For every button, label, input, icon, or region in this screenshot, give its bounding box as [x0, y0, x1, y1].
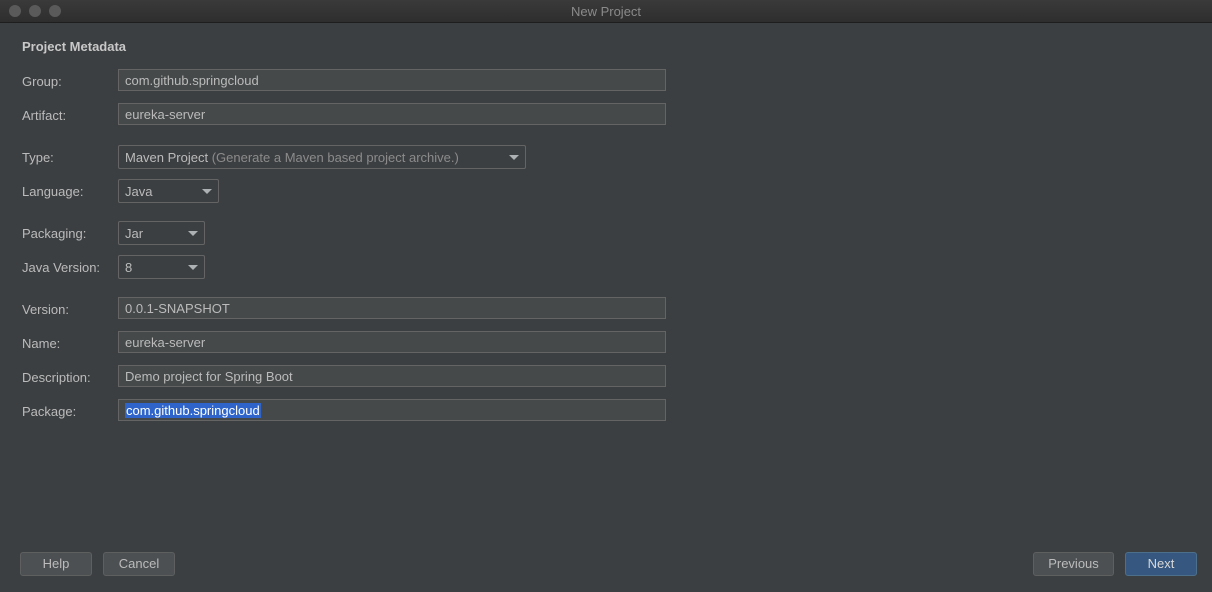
packaging-select-value: Jar — [125, 226, 144, 241]
package-field[interactable]: com.github.springcloud — [118, 399, 666, 421]
language-label: Language: — [22, 184, 84, 199]
version-field[interactable]: 0.0.1-SNAPSHOT — [118, 297, 666, 319]
name-field[interactable]: eureka-server — [118, 331, 666, 353]
group-label: Group: — [22, 74, 62, 89]
package-label: Package: — [22, 404, 77, 419]
artifact-label: Artifact: — [22, 108, 67, 123]
type-select-value: Maven Project — [125, 150, 209, 165]
previous-button[interactable]: Previous — [1033, 552, 1114, 576]
group-field[interactable]: com.github.springcloud — [118, 69, 666, 91]
chevron-down-icon — [188, 231, 198, 236]
language-select[interactable]: Java — [118, 179, 219, 203]
type-select-hint: (Generate a Maven based project archive.… — [211, 150, 459, 165]
chevron-down-icon — [202, 189, 212, 194]
description-field[interactable]: Demo project for Spring Boot — [118, 365, 666, 387]
type-select[interactable]: Maven Project (Generate a Maven based pr… — [118, 145, 526, 169]
language-select-value: Java — [125, 184, 153, 199]
next-button[interactable]: Next — [1125, 552, 1197, 576]
version-label: Version: — [22, 302, 69, 317]
packaging-select[interactable]: Jar — [118, 221, 205, 245]
packaging-label: Packaging: — [22, 226, 87, 241]
java-version-select[interactable]: 8 — [118, 255, 205, 279]
description-label: Description: — [22, 370, 91, 385]
type-label: Type: — [22, 150, 54, 165]
section-title: Project Metadata — [22, 39, 127, 54]
name-label: Name: — [22, 336, 61, 351]
chevron-down-icon — [509, 155, 519, 160]
title-bar: New Project — [0, 0, 1212, 23]
cancel-button[interactable]: Cancel — [103, 552, 175, 576]
java-version-label: Java Version: — [22, 260, 101, 275]
chevron-down-icon — [188, 265, 198, 270]
java-version-select-value: 8 — [125, 260, 133, 275]
artifact-field[interactable]: eureka-server — [118, 103, 666, 125]
help-button[interactable]: Help — [20, 552, 92, 576]
window-title: New Project — [570, 4, 642, 19]
package-field-selected-text: com.github.springcloud — [125, 403, 261, 418]
